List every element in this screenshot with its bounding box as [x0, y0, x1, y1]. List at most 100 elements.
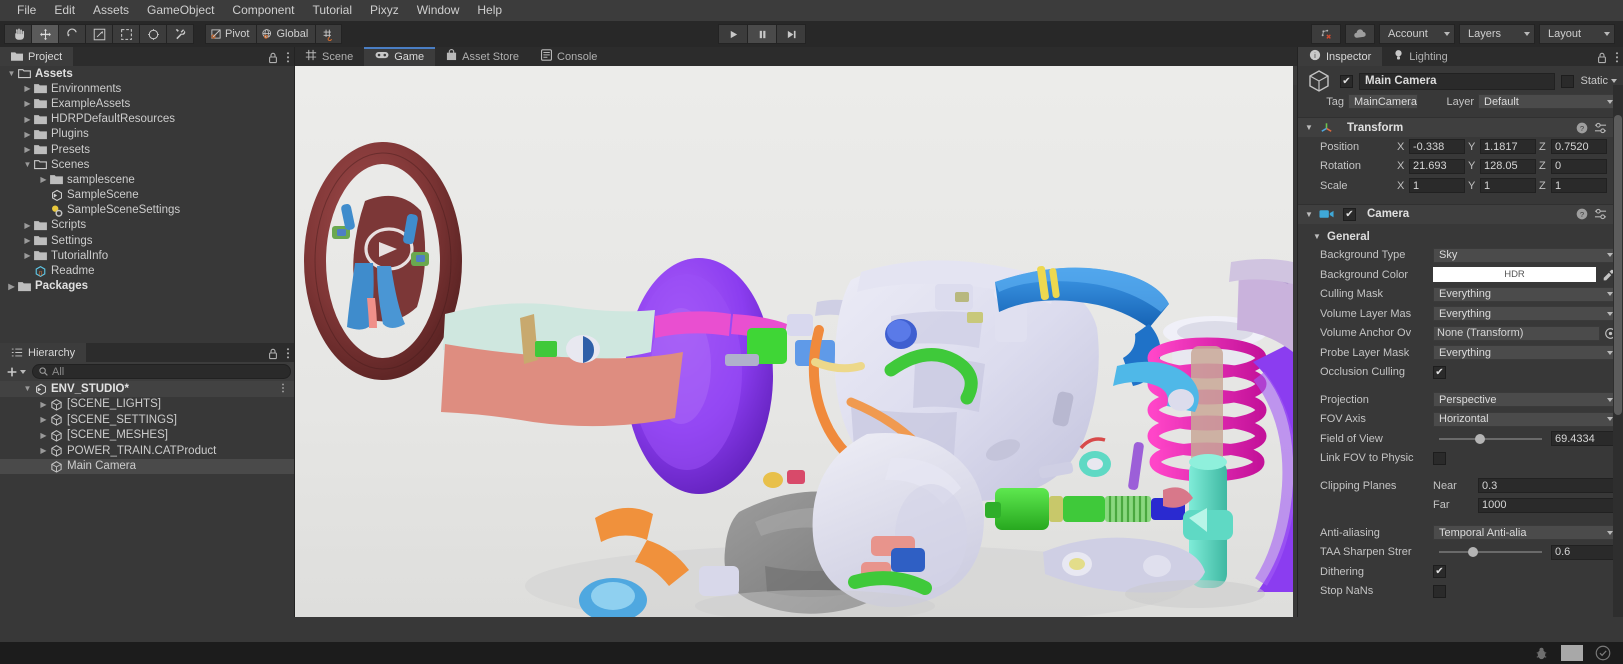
tab-inspector[interactable]: i Inspector — [1298, 47, 1383, 66]
color-swatch[interactable]: HDR — [1433, 267, 1596, 283]
camera-enabled-checkbox[interactable]: ✔ — [1343, 207, 1356, 221]
kebab-menu-icon[interactable] — [1615, 51, 1619, 64]
project-tree-row[interactable]: ▶ Settings — [0, 233, 294, 248]
foldout-arrow-closed[interactable]: ▶ — [38, 431, 49, 440]
menu-item-help[interactable]: Help — [468, 0, 511, 21]
menu-item-tutorial[interactable]: Tutorial — [303, 0, 361, 21]
slider-knob[interactable] — [1467, 547, 1478, 558]
project-tree-row[interactable]: {} Readme — [0, 263, 294, 278]
camera-foldout-arrow[interactable]: ▼ — [1304, 210, 1314, 219]
layers-dropdown[interactable]: Layers — [1459, 24, 1535, 44]
create-gameobject-button[interactable] — [3, 366, 29, 378]
hierarchy-row[interactable]: ▶ [SCENE_MESHES] — [0, 428, 294, 444]
foldout-arrow-closed[interactable]: ▶ — [6, 282, 17, 291]
field-x[interactable]: 21.693 — [1409, 158, 1465, 174]
hierarchy-row[interactable]: ▶ POWER_TRAIN.CATProduct — [0, 443, 294, 459]
inspector-scroll-thumb[interactable] — [1614, 115, 1622, 415]
project-tree-row[interactable]: ▶ Plugins — [0, 127, 294, 142]
transform-component-header[interactable]: ▼ Transform ? — [1298, 117, 1623, 137]
tab-scene[interactable]: Scene — [294, 47, 365, 66]
foldout-arrow-closed[interactable]: ▶ — [22, 99, 33, 108]
value-checkbox[interactable] — [1433, 451, 1446, 465]
help-icon[interactable]: ? — [1576, 122, 1588, 134]
value-dropdown[interactable]: Temporal Anti-alia — [1433, 525, 1617, 541]
grid-snap-button[interactable] — [315, 24, 343, 44]
move-tool-button[interactable] — [31, 24, 59, 44]
gameobject-enabled-checkbox[interactable]: ✔ — [1340, 74, 1353, 88]
pivot-toggle-button[interactable]: Pivot — [205, 24, 258, 44]
value-dropdown[interactable]: Everything — [1433, 306, 1617, 322]
hierarchy-row[interactable]: ▼ ENV_STUDIO* ⋮ — [0, 381, 294, 397]
preset-icon[interactable] — [1594, 122, 1607, 134]
rect-tool-button[interactable] — [112, 24, 140, 44]
field-y[interactable]: 128.05 — [1480, 158, 1536, 174]
layout-dropdown[interactable]: Layout — [1539, 24, 1615, 44]
project-tree-row[interactable]: ▶ TutorialInfo — [0, 248, 294, 263]
hierarchy-row[interactable]: ▶ [SCENE_SETTINGS] — [0, 412, 294, 428]
value-text-field[interactable]: 0.6 — [1551, 544, 1617, 560]
inspector-scrollbar[interactable] — [1613, 85, 1623, 617]
field-y[interactable]: 1 — [1480, 178, 1536, 194]
project-tree-row[interactable]: ▼ Assets — [0, 66, 294, 81]
menu-item-edit[interactable]: Edit — [45, 0, 84, 21]
value-checkbox[interactable]: ✔ — [1433, 365, 1446, 379]
field-z[interactable]: 1 — [1551, 178, 1607, 194]
tab-lighting[interactable]: Lighting — [1382, 47, 1459, 66]
sub-field[interactable]: 1000 — [1478, 497, 1617, 513]
value-checkbox[interactable]: ✔ — [1433, 565, 1446, 579]
transform-foldout-arrow[interactable]: ▼ — [1304, 123, 1314, 132]
foldout-arrow-closed[interactable]: ▶ — [22, 115, 33, 124]
layer-dropdown[interactable]: Default — [1478, 94, 1617, 109]
camera-general-section[interactable]: ▼ General — [1298, 228, 1623, 246]
value-dropdown[interactable]: Sky — [1433, 247, 1617, 263]
static-checkbox[interactable] — [1561, 74, 1575, 88]
global-toggle-button[interactable]: Global — [256, 24, 317, 44]
project-tree-row[interactable]: ▶ Presets — [0, 142, 294, 157]
foldout-arrow-open[interactable]: ▼ — [22, 160, 33, 169]
value-dropdown[interactable]: Everything — [1433, 345, 1617, 361]
hierarchy-search-input[interactable]: All — [32, 364, 291, 379]
foldout-arrow-closed[interactable]: ▶ — [22, 84, 33, 93]
foldout-arrow-closed[interactable]: ▶ — [22, 236, 33, 245]
tab-asset-store[interactable]: Asset Store — [435, 47, 531, 66]
custom-editor-tool-button[interactable] — [166, 24, 194, 44]
value-dropdown[interactable]: Everything — [1433, 286, 1617, 302]
console-preview-icon[interactable] — [1561, 645, 1583, 661]
step-button[interactable] — [776, 24, 806, 44]
menu-item-gameobject[interactable]: GameObject — [138, 0, 223, 21]
project-tree-row[interactable]: SampleScene — [0, 188, 294, 203]
foldout-arrow-open[interactable]: ▼ — [6, 69, 17, 78]
menu-item-file[interactable]: File — [8, 0, 45, 21]
static-dropdown[interactable]: Static — [1580, 75, 1617, 87]
hierarchy-row[interactable]: ▶ [SCENE_LIGHTS] — [0, 397, 294, 413]
preset-icon[interactable] — [1594, 208, 1607, 220]
help-icon[interactable]: ? — [1576, 208, 1588, 220]
foldout-arrow-closed[interactable]: ▶ — [22, 251, 33, 260]
value-dropdown[interactable]: Horizontal — [1433, 411, 1617, 427]
project-tree-row[interactable]: ▶ ExampleAssets — [0, 96, 294, 111]
hand-tool-button[interactable] — [4, 24, 32, 44]
project-tree-row[interactable]: ▶ Environments — [0, 81, 294, 96]
slider-knob[interactable] — [1475, 433, 1486, 444]
scale-tool-button[interactable] — [85, 24, 113, 44]
value-slider[interactable] — [1433, 547, 1548, 558]
foldout-arrow-closed[interactable]: ▶ — [22, 221, 33, 230]
field-z[interactable]: 0.7520 — [1551, 139, 1607, 155]
object-field[interactable]: None (Transform) — [1433, 325, 1600, 341]
collab-button[interactable] — [1311, 24, 1341, 44]
value-slider[interactable] — [1433, 433, 1548, 444]
general-foldout-arrow[interactable]: ▼ — [1312, 232, 1322, 241]
value-checkbox[interactable] — [1433, 584, 1446, 598]
project-tree-row[interactable]: SampleSceneSettings — [0, 203, 294, 218]
field-y[interactable]: 1.1817 — [1480, 139, 1536, 155]
splitter-right[interactable] — [1297, 47, 1298, 617]
menu-item-assets[interactable]: Assets — [84, 0, 138, 21]
foldout-arrow-open[interactable]: ▼ — [22, 384, 33, 393]
foldout-arrow-closed[interactable]: ▶ — [22, 130, 33, 139]
hierarchy-row[interactable]: Main Camera — [0, 458, 294, 474]
menu-item-window[interactable]: Window — [408, 0, 469, 21]
tab-console[interactable]: Console — [530, 47, 609, 66]
game-viewport[interactable] — [295, 66, 1293, 617]
cloud-button[interactable] — [1345, 24, 1375, 44]
tag-dropdown[interactable]: MainCamera — [1348, 94, 1418, 109]
